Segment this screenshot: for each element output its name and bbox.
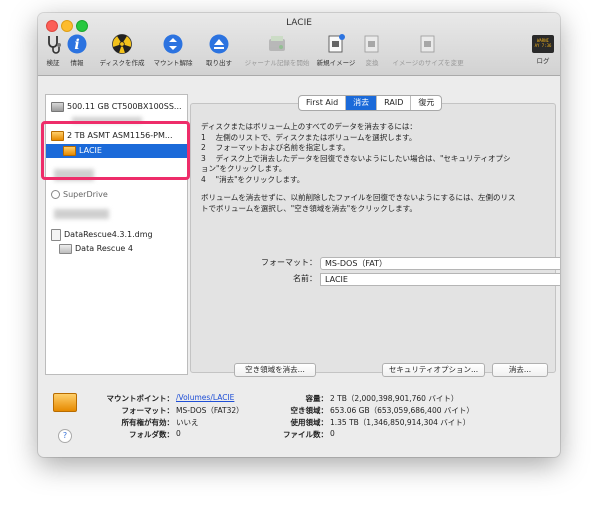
new-image-icon bbox=[328, 34, 345, 53]
available-key: 空き領域： bbox=[290, 406, 329, 415]
erase-free-space-button[interactable]: 空き領域を消去... bbox=[234, 363, 316, 377]
window-title: LACIE bbox=[286, 18, 312, 28]
erase-button[interactable]: 消去... bbox=[492, 363, 548, 377]
available-value: 653.06 GB（653,059,686,400 バイト） bbox=[330, 406, 474, 415]
free-space-instruction: トでボリュームを選択し、"空き領域を消去"をクリックします。 bbox=[201, 203, 417, 213]
tab-restore[interactable]: 復元 bbox=[411, 96, 441, 110]
sidebar-dmg-volume-label: Data Rescue 4 bbox=[75, 244, 133, 253]
volume-info: マウントポイント： /Volumes/LACIE フォーマット： MS-DOS（… bbox=[38, 380, 560, 457]
volume-info-drive-icon bbox=[53, 393, 77, 412]
owners-value: いいえ bbox=[176, 418, 199, 427]
mount-point-link[interactable]: /Volumes/LACIE bbox=[176, 393, 234, 402]
erase-panel: ディスクまたはボリューム上のすべてのデータを消去するには： 1 左側のリストで、… bbox=[190, 103, 560, 377]
resize-image-button[interactable]: イメージのサイズを変更 bbox=[388, 33, 468, 71]
owners-key: 所有権が有効： bbox=[121, 418, 175, 427]
name-field[interactable]: LACIE bbox=[320, 273, 560, 286]
verify-label: 検証 bbox=[46, 59, 60, 67]
resize-image-label: イメージのサイズを変更 bbox=[392, 59, 464, 67]
sidebar-dmg-volume[interactable]: Data Rescue 4 bbox=[46, 242, 187, 256]
sidebar-superdrive[interactable]: SuperDrive bbox=[46, 188, 187, 202]
folders-value: 0 bbox=[176, 429, 181, 438]
format-select-value: MS-DOS（FAT） bbox=[325, 259, 388, 268]
instruction-line: ョン"をクリックします。 bbox=[201, 164, 287, 173]
tab-erase[interactable]: 消去 bbox=[346, 96, 378, 110]
create-disc-button[interactable]: ディスクを作成 bbox=[96, 33, 148, 71]
info-button[interactable]: i 情報 bbox=[66, 33, 88, 71]
burn-icon bbox=[112, 34, 132, 54]
eject-button[interactable]: 取り出す bbox=[201, 33, 237, 71]
erase-instructions: ディスクまたはボリューム上のすべてのデータを消去するには： 1 左側のリストで、… bbox=[201, 122, 541, 214]
new-image-button[interactable]: 新規イメージ bbox=[314, 33, 358, 71]
enable-journaling-label: ジャーナル記録を開始 bbox=[244, 59, 310, 67]
verify-button[interactable]: 検証 bbox=[42, 33, 64, 71]
mounted-volume-icon bbox=[59, 243, 72, 254]
sidebar-dmg-label: DataRescue4.3.1.dmg bbox=[64, 230, 153, 239]
unmount-button[interactable]: マウント解除 bbox=[150, 33, 196, 71]
eject-icon bbox=[209, 34, 229, 54]
blurred-entry bbox=[54, 209, 109, 219]
used-value: 1.35 TB（1,346,850,914,304 バイト） bbox=[330, 418, 471, 427]
sidebar-superdrive-label: SuperDrive bbox=[63, 190, 108, 199]
eject-label: 取り出す bbox=[206, 59, 232, 67]
create-disc-label: ディスクを作成 bbox=[99, 59, 145, 67]
erase-content: ディスクまたはボリューム上のすべてのデータを消去するには： 1 左側のリストで、… bbox=[190, 94, 560, 377]
files-value: 0 bbox=[330, 429, 335, 438]
format-select[interactable]: MS-DOS（FAT） ⇕ bbox=[320, 257, 560, 270]
log-label: ログ bbox=[536, 57, 550, 65]
disk-utility-window: LACIE 検証 i 情報 ディスクを作成 マウント解除 取り出す ジャーナル記… bbox=[38, 13, 560, 457]
instruction-line: 4 "消去"をクリックします。 bbox=[201, 174, 305, 184]
sidebar-dmg[interactable]: DataRescue4.3.1.dmg bbox=[46, 228, 187, 242]
log-icon: WARNI AY 7:36 bbox=[532, 35, 554, 53]
journal-icon bbox=[269, 36, 285, 51]
internal-disk-icon bbox=[51, 101, 64, 112]
tab-bar: First Aid 消去 RAID 復元 bbox=[298, 95, 443, 111]
instruction-line: ディスクまたはボリューム上のすべてのデータを消去するには： bbox=[201, 122, 417, 131]
unmount-icon bbox=[163, 34, 183, 54]
format-label: フォーマット： bbox=[261, 258, 317, 267]
mount-point-key: マウントポイント： bbox=[106, 394, 175, 403]
format-info-key: フォーマット： bbox=[121, 406, 175, 415]
svg-text:i: i bbox=[74, 37, 79, 53]
tab-first-aid[interactable]: First Aid bbox=[299, 96, 347, 110]
format-info-value: MS-DOS（FAT32） bbox=[176, 406, 244, 415]
capacity-key: 容量： bbox=[305, 394, 329, 403]
tab-raid[interactable]: RAID bbox=[377, 96, 412, 110]
instruction-line: 3 ディスク上で消去したデータを回復できないようにしたい場合は、"セキュリティオ… bbox=[201, 153, 511, 163]
new-image-label: 新規イメージ bbox=[316, 59, 356, 67]
sidebar-disk-internal-label: 500.11 GB CT500BX100SS... bbox=[67, 102, 182, 111]
files-key: ファイル数： bbox=[283, 430, 328, 439]
convert-icon bbox=[364, 35, 379, 53]
enable-journaling-button[interactable]: ジャーナル記録を開始 bbox=[241, 33, 313, 71]
convert-label: 変換 bbox=[365, 59, 379, 67]
unmount-label: マウント解除 bbox=[153, 59, 193, 67]
superdrive-icon bbox=[51, 190, 60, 199]
folders-key: フォルダ数： bbox=[129, 430, 174, 439]
used-key: 使用領域： bbox=[290, 418, 329, 427]
security-options-button[interactable]: セキュリティオプション... bbox=[382, 363, 485, 377]
sidebar-disk-internal[interactable]: 500.11 GB CT500BX100SS... bbox=[46, 100, 187, 114]
capacity-value: 2 TB（2,000,398,901,760 バイト） bbox=[330, 394, 459, 403]
annotation-highlight-box bbox=[41, 121, 190, 180]
titlebar: LACIE 検証 i 情報 ディスクを作成 マウント解除 取り出す ジャーナル記… bbox=[38, 13, 560, 76]
stethoscope-icon bbox=[48, 36, 61, 54]
dmg-icon bbox=[51, 228, 61, 241]
name-label: 名前： bbox=[293, 274, 317, 283]
convert-button[interactable]: 変換 bbox=[361, 33, 383, 71]
help-button[interactable]: ? bbox=[58, 429, 72, 443]
instruction-line: 1 左側のリストで、ディスクまたはボリュームを選択します。 bbox=[201, 132, 417, 142]
free-space-instruction: ボリュームを消去せずに、以前削除したファイルを回復できないようにするには、左側の… bbox=[201, 193, 516, 202]
info-icon: i bbox=[67, 34, 87, 54]
instruction-line: 2 フォーマットおよび名前を指定します。 bbox=[201, 143, 350, 152]
resize-image-icon bbox=[420, 35, 435, 53]
log-button[interactable]: WARNI AY 7:36 ログ bbox=[531, 33, 555, 71]
info-label: 情報 bbox=[70, 59, 84, 67]
